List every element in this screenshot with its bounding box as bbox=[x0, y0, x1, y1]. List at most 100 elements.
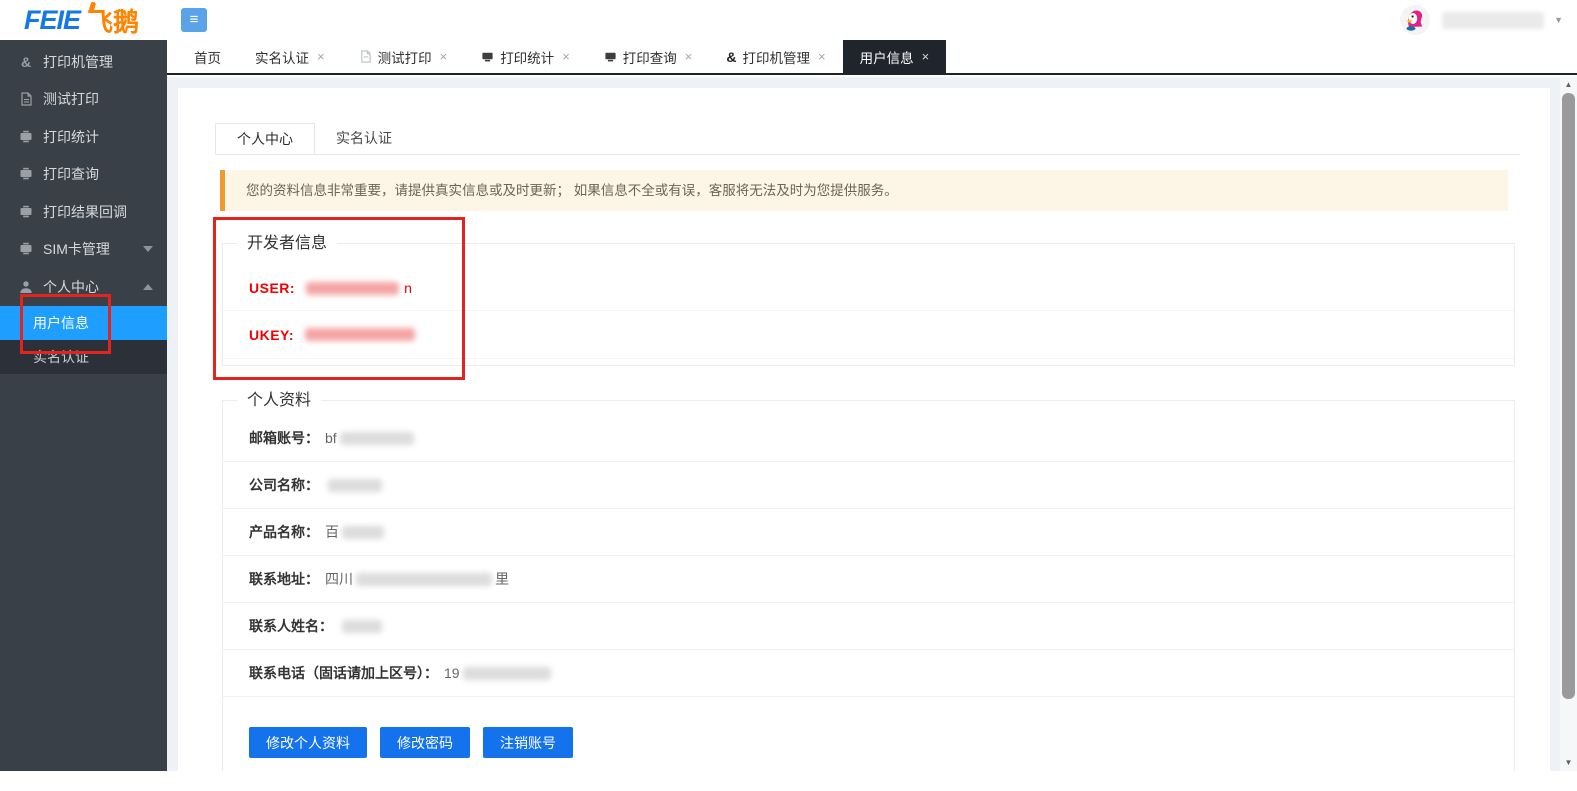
close-icon[interactable]: × bbox=[685, 49, 693, 64]
sidebar-item-realname-auth[interactable]: 实名认证 bbox=[0, 340, 167, 374]
tab-label: 用户信息 bbox=[860, 47, 914, 67]
close-icon[interactable]: × bbox=[818, 49, 826, 64]
sidebar-item-label: SIM卡管理 bbox=[43, 239, 110, 259]
main-content: 个人中心 实名认证 您的资料信息非常重要，请提供真实信息或及时更新； 如果信息不… bbox=[167, 77, 1560, 771]
sidebar-item-sim-manage[interactable]: SIM卡管理 bbox=[0, 231, 167, 269]
sidebar-item-label: 打印机管理 bbox=[43, 52, 113, 72]
sidebar-item-print-query[interactable]: 打印查询 bbox=[0, 156, 167, 194]
phone-redacted bbox=[463, 667, 551, 680]
company-redacted bbox=[328, 479, 382, 492]
close-icon[interactable]: × bbox=[317, 49, 325, 64]
email-row: 邮箱账号： bf bbox=[223, 415, 1514, 462]
printer-icon bbox=[18, 242, 34, 256]
sidebar-item-print-stats[interactable]: 打印统计 bbox=[0, 118, 167, 156]
sidebar-item-print-callback[interactable]: 打印结果回调 bbox=[0, 193, 167, 231]
printer-icon bbox=[18, 130, 34, 144]
user-row: USER: n bbox=[223, 244, 1514, 311]
scrollbar-up-arrow[interactable]: ▲ bbox=[1560, 77, 1577, 93]
app-window: FEIE 飞鹅 ≡ ▼ & 打印机管 bbox=[0, 0, 1577, 791]
contact-name-row: 联系人姓名： bbox=[223, 603, 1514, 650]
sidebar-item-test-print[interactable]: 测试打印 bbox=[0, 81, 167, 119]
user-menu[interactable]: ▼ bbox=[1400, 0, 1563, 40]
tab-print-stats[interactable]: 打印统计 × bbox=[464, 40, 587, 73]
feie-logo: FEIE 飞鹅 bbox=[24, 0, 139, 40]
contact-name-label: 联系人姓名： bbox=[249, 616, 333, 636]
printer-icon bbox=[18, 167, 34, 181]
sidebar-toggle-button[interactable]: ≡ bbox=[181, 8, 207, 32]
tab-test-print[interactable]: 测试打印 × bbox=[342, 40, 465, 73]
logo-text-feie: FEIE bbox=[24, 5, 80, 36]
address-redacted bbox=[356, 573, 492, 586]
product-prefix: 百 bbox=[325, 522, 339, 542]
scrollbar-thumb[interactable] bbox=[1562, 93, 1575, 699]
close-icon[interactable]: × bbox=[440, 49, 448, 64]
top-bar: FEIE 飞鹅 ≡ ▼ bbox=[0, 0, 1577, 40]
phone-prefix: 19 bbox=[444, 665, 460, 681]
printer-icon bbox=[604, 50, 617, 63]
card-tabs: 个人中心 实名认证 bbox=[215, 123, 1520, 155]
address-suffix: 里 bbox=[495, 569, 509, 589]
sidebar-item-label: 实名认证 bbox=[33, 349, 89, 365]
tab-label: 实名认证 bbox=[255, 47, 309, 67]
tab-realname-auth[interactable]: 实名认证 × bbox=[238, 40, 342, 73]
tab-personal-center[interactable]: 个人中心 bbox=[215, 123, 315, 154]
tab-home[interactable]: 首页 bbox=[177, 40, 238, 73]
address-row: 联系地址： 四川 里 bbox=[223, 556, 1514, 603]
user-info-card: 个人中心 实名认证 您的资料信息非常重要，请提供真实信息或及时更新； 如果信息不… bbox=[178, 88, 1550, 771]
company-label: 公司名称： bbox=[249, 475, 319, 495]
goose-avatar-icon bbox=[1400, 5, 1430, 35]
close-icon[interactable]: × bbox=[562, 49, 570, 64]
document-icon bbox=[359, 50, 372, 63]
email-redacted bbox=[340, 432, 414, 445]
delete-account-button[interactable]: 注销账号 bbox=[483, 727, 573, 758]
avatar bbox=[1400, 5, 1430, 35]
printer-icon bbox=[481, 50, 494, 63]
phone-label: 联系电话（固话请加上区号）： bbox=[249, 663, 438, 683]
printer-icon bbox=[18, 205, 34, 219]
tab-realname-auth-inner[interactable]: 实名认证 bbox=[315, 123, 413, 154]
user-icon bbox=[18, 280, 34, 294]
company-row: 公司名称： bbox=[223, 462, 1514, 509]
sidebar-item-label: 打印查询 bbox=[43, 164, 99, 184]
sidebar-item-label: 打印结果回调 bbox=[43, 202, 127, 222]
ukey-row: UKEY: bbox=[223, 311, 1514, 359]
section-title: 开发者信息 bbox=[237, 234, 337, 253]
close-icon[interactable]: × bbox=[922, 49, 930, 64]
email-label: 邮箱账号： bbox=[249, 428, 319, 448]
ukey-value-redacted bbox=[305, 328, 415, 341]
phone-row: 联系电话（固话请加上区号）： 19 bbox=[223, 650, 1514, 697]
change-password-button[interactable]: 修改密码 bbox=[380, 727, 470, 758]
contact-name-redacted bbox=[342, 620, 382, 633]
tab-bar: 首页 实名认证 × 测试打印 × 打印统计 × 打印查询 × bbox=[167, 40, 1577, 75]
ukey-label: UKEY: bbox=[249, 327, 294, 343]
scrollbar-down-arrow[interactable]: ▼ bbox=[1560, 755, 1577, 771]
user-value-suffix: n bbox=[404, 280, 412, 296]
user-value-redacted bbox=[306, 282, 399, 295]
sidebar-item-label: 个人中心 bbox=[43, 277, 99, 297]
tab-label: 首页 bbox=[194, 47, 221, 67]
sidebar-item-label: 打印统计 bbox=[43, 127, 99, 147]
sidebar: & 打印机管理 测试打印 打印统计 打印查询 打印结果回调 bbox=[0, 40, 167, 771]
sidebar-item-label: 测试打印 bbox=[43, 89, 99, 109]
section-title: 个人资料 bbox=[237, 391, 321, 410]
edit-profile-button[interactable]: 修改个人资料 bbox=[249, 727, 367, 758]
tab-print-query[interactable]: 打印查询 × bbox=[587, 40, 710, 73]
tab-printer-manage[interactable]: & 打印机管理 × bbox=[709, 40, 842, 73]
personal-profile-section: 个人资料 邮箱账号： bf 公司名称： 产品名称： 百 联系地址： bbox=[222, 400, 1515, 771]
important-notice: 您的资料信息非常重要，请提供真实信息或及时更新； 如果信息不全或有误，客服将无法… bbox=[220, 170, 1508, 211]
hamburger-icon: ≡ bbox=[190, 11, 199, 28]
sidebar-item-label: 用户信息 bbox=[33, 315, 89, 331]
chain-icon: & bbox=[18, 54, 34, 70]
developer-info-section: 开发者信息 USER: n UKEY: bbox=[222, 243, 1515, 366]
username-redacted bbox=[1442, 12, 1544, 29]
chevron-up-icon bbox=[143, 284, 153, 290]
tab-label: 打印机管理 bbox=[743, 47, 811, 67]
tab-user-info[interactable]: 用户信息 × bbox=[843, 40, 947, 73]
sidebar-item-user-info[interactable]: 用户信息 bbox=[0, 306, 167, 340]
tab-label: 打印统计 bbox=[500, 47, 554, 67]
personal-center-submenu: 用户信息 实名认证 bbox=[0, 306, 167, 374]
sidebar-item-printer-manage[interactable]: & 打印机管理 bbox=[0, 43, 167, 81]
document-icon bbox=[18, 92, 34, 106]
sidebar-item-personal-center[interactable]: 个人中心 bbox=[0, 268, 167, 306]
user-label: USER: bbox=[249, 280, 295, 296]
